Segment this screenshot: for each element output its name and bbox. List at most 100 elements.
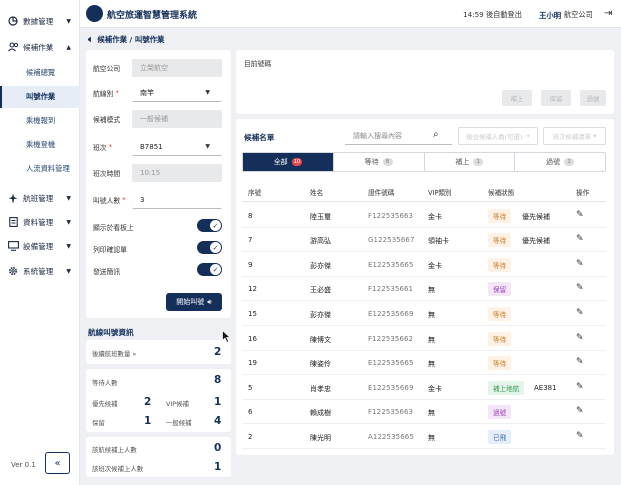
- edit-pencil-icon[interactable]: ✎: [576, 431, 584, 441]
- status-badge: 過號: [488, 405, 512, 419]
- status-badge: 等待: [488, 209, 512, 223]
- edit-pencil-icon[interactable]: ✎: [576, 259, 584, 269]
- user-name: 王小明: [539, 11, 562, 20]
- edit-pencil-icon[interactable]: ✎: [576, 406, 584, 416]
- chevron-up-icon: ▲: [66, 43, 71, 51]
- required-mark: *: [108, 143, 112, 151]
- edit-pencil-icon[interactable]: ✎: [576, 382, 584, 392]
- sidebar-sub-label: 乘機報到: [26, 116, 56, 125]
- sidebar-sub-boarding[interactable]: 乘機登機: [0, 134, 80, 156]
- sidebar-sub-traffic[interactable]: 人流資料管理: [0, 158, 80, 180]
- edit-pencil-icon[interactable]: ✎: [576, 333, 584, 343]
- th-name: 姓名: [310, 189, 324, 197]
- tab-all[interactable]: 全部 10: [243, 153, 334, 171]
- prev-label: 該班次候補上人數: [92, 465, 144, 473]
- th-action: 操作: [576, 189, 590, 197]
- sidebar-sub-label: 叫號作業: [26, 92, 56, 101]
- sidebar-item-records[interactable]: 資料管理 ▼: [0, 210, 80, 234]
- toggle-print[interactable]: ✓: [197, 241, 222, 254]
- edit-pencil-icon[interactable]: ✎: [576, 234, 584, 244]
- toggle-sms[interactable]: ✓: [197, 263, 222, 276]
- status-tabs: 全部 10 等待 8 補上 1 過號 1: [242, 152, 606, 172]
- table-row: 2 陳光明 A122535665 無 已飛 ✎: [242, 425, 606, 449]
- sidebar-sub-calling[interactable]: 叫號作業: [0, 86, 80, 108]
- cell-vip: 無: [428, 434, 435, 442]
- tab-label: 補上: [455, 158, 470, 166]
- stats-title: 航線叫號資訊: [88, 328, 134, 337]
- prev-value: 1: [214, 461, 222, 473]
- toggle-sms-label: 發送簡訊: [93, 268, 121, 276]
- cell-no: 8: [248, 212, 253, 220]
- sidebar-sub-overview[interactable]: 候補總覽: [0, 62, 80, 84]
- cell-no: 15: [248, 310, 257, 318]
- tab-filled[interactable]: 補上 1: [425, 153, 516, 171]
- version-label: Ver 0.1: [11, 461, 36, 469]
- cell-id: E122535669: [368, 310, 414, 318]
- cell-no: 16: [248, 335, 257, 343]
- sidebar-item-standby[interactable]: 候補作業 ▲: [0, 35, 80, 59]
- count-input[interactable]: 3: [132, 191, 222, 209]
- chart-icon: [7, 15, 19, 27]
- stat-waiting: 等待人數 8 優先候補 2 VIP候補 1 保留 1 一般候補 4: [86, 369, 231, 432]
- add-standby-label: 後台候補人員(可選): [466, 132, 523, 141]
- boarded-value: 0: [214, 442, 222, 454]
- skip-button[interactable]: 過號: [580, 90, 606, 106]
- mode-label: 候補模式: [93, 116, 121, 124]
- cell-no: 2: [248, 433, 253, 441]
- airline-label: 航空公司: [93, 65, 121, 73]
- sidebar-item-device[interactable]: 設備管理 ▼: [0, 234, 80, 258]
- status-badge: 補上地航: [488, 381, 525, 395]
- logout-icon[interactable]: ⇥: [604, 8, 612, 19]
- check-icon: ✓: [210, 264, 221, 275]
- cell-id: E122535669: [368, 384, 414, 392]
- th-vip: VIP類別: [428, 189, 452, 197]
- add-standby-button[interactable]: 後台候補人員(可選) →: [458, 127, 538, 145]
- cell-name: 賴成樹: [310, 409, 331, 417]
- sidebar-item-flight[interactable]: 航班管理 ▼: [0, 186, 80, 210]
- flight-label: 班次 *: [93, 138, 112, 156]
- collapse-sidebar-button[interactable]: «: [45, 452, 70, 474]
- tab-skipped[interactable]: 過號 1: [515, 153, 605, 171]
- route-select[interactable]: 南竿: [132, 84, 222, 102]
- accum-label-text: 後續航班數量: [92, 350, 131, 358]
- flight-select[interactable]: B7851: [132, 138, 222, 156]
- cell-id: G122535667: [368, 236, 415, 244]
- table-row: 6 賴成樹 F122535663 無 過號 ✎: [242, 400, 606, 424]
- hold-button[interactable]: 保留: [541, 90, 571, 106]
- table-header: 序號 姓名 證件號碼 VIP類別 候補狀態 操作: [242, 180, 606, 202]
- gear-icon: [7, 265, 19, 277]
- users-icon: [7, 41, 19, 53]
- edit-pencil-icon[interactable]: ✎: [576, 283, 584, 293]
- status-badge: 等待: [488, 356, 512, 370]
- th-no: 序號: [248, 189, 262, 197]
- priority-value: 2: [144, 396, 152, 408]
- sidebar-item-system[interactable]: 系統管理 ▼: [0, 259, 80, 283]
- status-badge: 等待: [488, 233, 512, 247]
- cell-vip: 無: [428, 360, 435, 368]
- cell-id: E122535665: [368, 359, 414, 367]
- cell-vip: 無: [428, 286, 435, 294]
- cell-vip: 金卡: [428, 213, 442, 221]
- th-id: 證件號碼: [368, 189, 395, 197]
- normal-value: 4: [214, 415, 222, 427]
- cell-name: 王必盛: [310, 286, 331, 294]
- time-field: 10:15: [132, 164, 222, 182]
- cell-name: 陳博文: [310, 336, 331, 344]
- tab-waiting[interactable]: 等待 8: [334, 153, 425, 171]
- flight-list-button[interactable]: 班次候補清單 ▾: [543, 127, 606, 145]
- top-header: 航空旅運智慧管理系統 14:59 後自動登出 王小明 航空公司 ⇥: [80, 0, 621, 28]
- sidebar-item-label: 候補作業: [23, 42, 54, 52]
- sidebar-item-data[interactable]: 數據管理 ▼: [0, 9, 80, 33]
- start-calling-button[interactable]: 開始叫號 🔊︎: [166, 293, 222, 311]
- airline-field: 立榮航空: [132, 59, 222, 77]
- sidebar-sub-checkin[interactable]: 乘機報到: [0, 110, 80, 132]
- edit-pencil-icon[interactable]: ✎: [576, 357, 584, 367]
- cell-name: 彭亦傑: [310, 262, 331, 270]
- edit-pencil-icon[interactable]: ✎: [576, 308, 584, 318]
- fill-button[interactable]: 補上: [502, 90, 532, 106]
- monitor-icon: [7, 240, 19, 252]
- search-icon[interactable]: ⌕: [433, 129, 439, 140]
- edit-pencil-icon[interactable]: ✎: [576, 210, 584, 220]
- toggle-board[interactable]: ✓: [197, 219, 222, 232]
- mouse-cursor-icon: [222, 330, 231, 343]
